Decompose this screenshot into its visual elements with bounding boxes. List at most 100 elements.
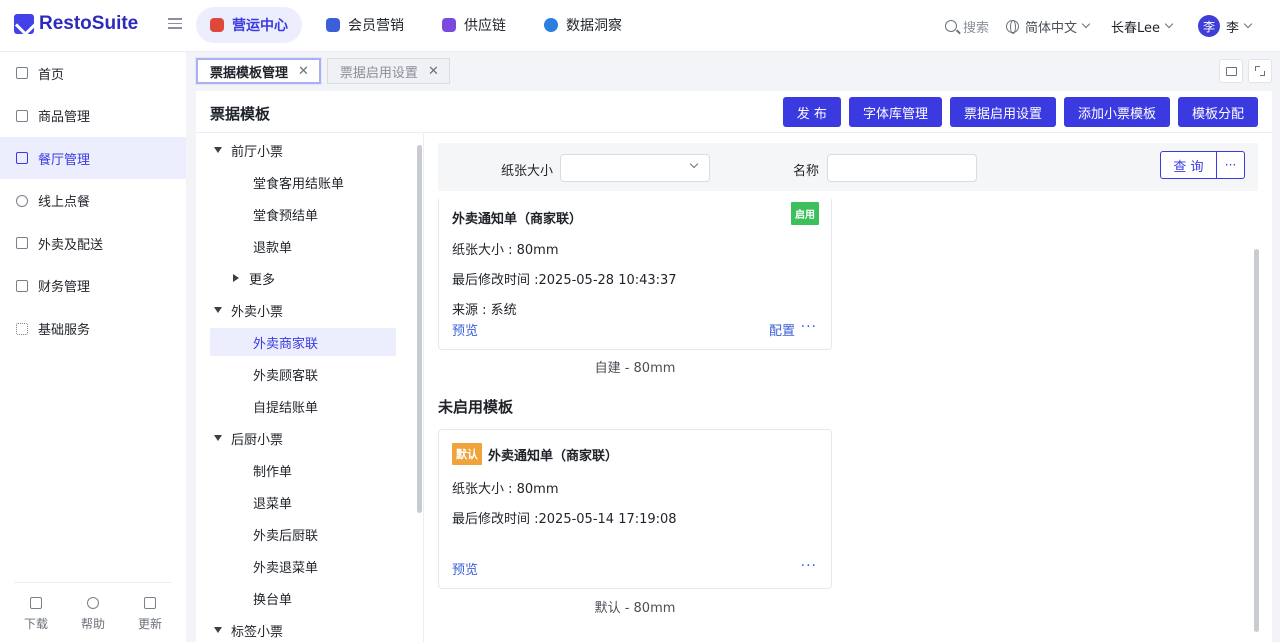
sidebar-item-products[interactable]: 商品管理	[0, 95, 186, 137]
config-link[interactable]: 配置	[769, 320, 795, 339]
globe-icon	[1006, 19, 1019, 34]
sidebar-item-restaurant[interactable]: 餐厅管理	[0, 137, 186, 180]
topnav-marketing[interactable]: 会员营销	[312, 7, 418, 43]
caret-down-icon	[214, 307, 222, 313]
search-label: 搜索	[963, 20, 990, 36]
template-card-enabled[interactable]: 外卖通知单（商家联） 启用 纸张大小 : 80mm 最后修改时间 :2025-0…	[438, 199, 832, 350]
tree-node-leaf[interactable]: 堂食预结单	[210, 200, 396, 228]
sidebar-item-online-order[interactable]: 线上点餐	[0, 180, 186, 222]
tree-node-delivery[interactable]: 外卖小票	[210, 296, 396, 324]
paper-size-select[interactable]	[560, 154, 710, 182]
tree-node-front[interactable]: 前厅小票	[210, 136, 396, 164]
language-select[interactable]: 简体中文	[1006, 0, 1091, 52]
more-options-icon[interactable]: ···	[801, 319, 817, 335]
page-tabs: 票据模板管理 ✕ 票据启用设置 ✕	[196, 58, 456, 84]
sidebar-item-label: 基础服务	[38, 323, 91, 339]
caret-down-icon	[214, 147, 222, 153]
tree-node-leaf[interactable]: 外卖退菜单	[210, 552, 396, 580]
sidebar-item-home[interactable]: 首页	[0, 52, 186, 94]
card-caption: 自建 - 80mm	[594, 361, 676, 376]
name-input[interactable]	[827, 154, 977, 182]
preview-link[interactable]: 预览	[452, 559, 478, 578]
sidebar-item-delivery[interactable]: 外卖及配送	[0, 222, 186, 264]
tree-node-leaf[interactable]: 堂食客用结账单	[210, 168, 396, 196]
printer-icon	[1225, 66, 1237, 76]
operations-icon	[210, 18, 224, 32]
tree-node-leaf[interactable]: 外卖顾客联	[210, 360, 396, 388]
font-library-button[interactable]: 字体库管理	[848, 97, 942, 127]
query-button[interactable]: 查 询	[1160, 151, 1217, 179]
help-label: 帮助	[80, 617, 105, 631]
sidebar-item-label: 线上点餐	[38, 195, 91, 211]
sidebar-item-finance[interactable]: 财务管理	[0, 265, 186, 307]
print-button[interactable]	[1219, 59, 1243, 83]
chevron-down-icon	[1243, 19, 1253, 29]
tree-label: 外卖小票	[231, 304, 284, 320]
help-icon	[87, 597, 99, 609]
chevron-down-icon	[1164, 19, 1174, 29]
expand-icon	[1255, 66, 1265, 76]
collapse-menu-icon[interactable]	[168, 18, 182, 30]
tree-node-more[interactable]: 更多	[210, 264, 396, 292]
caret-right-icon	[233, 274, 239, 282]
add-template-button[interactable]: 添加小票模板	[1063, 97, 1170, 127]
help-button[interactable]: 帮助	[71, 597, 115, 632]
more-options-icon[interactable]: ···	[801, 558, 817, 574]
user-menu[interactable]: 李 李	[1198, 0, 1253, 52]
tree-label: 外卖顾客联	[253, 368, 319, 384]
top-nav: 营运中心 会员营销 供应链 数据洞察	[196, 7, 646, 43]
folder-icon	[16, 279, 28, 292]
tab-enable-settings[interactable]: 票据启用设置 ✕	[326, 58, 450, 84]
supply-chain-icon	[442, 18, 456, 32]
status-badge: 启用	[791, 202, 819, 225]
enable-settings-button[interactable]: 票据启用设置	[949, 97, 1056, 127]
topnav-operations[interactable]: 营运中心	[196, 7, 302, 43]
sidebar-item-basic[interactable]: 基础服务	[0, 308, 186, 350]
grid-icon	[16, 322, 28, 335]
tree-node-leaf[interactable]: 换台单	[210, 584, 396, 612]
tree-label: 换台单	[253, 592, 293, 608]
update-button[interactable]: 更新	[128, 597, 172, 632]
fullscreen-button[interactable]	[1248, 59, 1272, 83]
tree-node-leaf[interactable]: 外卖后厨联	[210, 520, 396, 548]
tree-label: 制作单	[253, 464, 293, 480]
content-scrollbar[interactable]	[1254, 249, 1259, 632]
download-button[interactable]: 下载	[14, 597, 58, 632]
template-card-disabled[interactable]: 默认 外卖通知单（商家联） 纸张大小 : 80mm 最后修改时间 :2025-0…	[438, 429, 832, 589]
more-filter-button[interactable]: ···	[1217, 151, 1245, 179]
tree-node-leaf[interactable]: 退菜单	[210, 488, 396, 516]
tree-node-label[interactable]: 标签小票	[210, 616, 396, 642]
search-button[interactable]: 搜索	[945, 0, 989, 52]
close-icon[interactable]: ✕	[298, 64, 309, 79]
filter-bar: 纸张大小 名称 查 询 ···	[438, 143, 1258, 191]
sidebar-item-label: 商品管理	[38, 110, 91, 126]
card-modified: 最后修改时间 :2025-05-14 17:19:08	[452, 512, 677, 527]
tree-label: 前厅小票	[231, 144, 284, 160]
section-title-disabled: 未启用模板	[438, 398, 514, 416]
card-title: 外卖通知单（商家联）	[488, 448, 619, 464]
sidebar-item-label: 财务管理	[38, 280, 91, 296]
update-label: 更新	[137, 617, 162, 631]
store-select[interactable]: 长春Lee	[1111, 0, 1174, 52]
close-icon[interactable]: ✕	[428, 64, 439, 79]
topnav-supply-chain[interactable]: 供应链	[428, 7, 520, 43]
logo[interactable]: RestoSuite	[14, 13, 138, 35]
publish-button[interactable]: 发 布	[782, 97, 841, 127]
tree-scrollbar[interactable]	[417, 145, 422, 513]
tree-label: 退菜单	[253, 496, 293, 512]
home-icon	[16, 67, 28, 79]
tree-node-leaf[interactable]: 退款单	[210, 232, 396, 260]
card-header: 默认 外卖通知单（商家联）	[452, 443, 618, 465]
box-icon	[16, 109, 28, 122]
tab-template-management[interactable]: 票据模板管理 ✕	[196, 58, 321, 84]
tree-node-leaf-selected[interactable]: 外卖商家联	[210, 328, 396, 356]
tree-node-kitchen[interactable]: 后厨小票	[210, 424, 396, 452]
assign-template-button[interactable]: 模板分配	[1177, 97, 1258, 127]
tree-node-leaf[interactable]: 自提结账单	[210, 392, 396, 420]
topnav-insights[interactable]: 数据洞察	[530, 7, 636, 43]
app-name: RestoSuite	[39, 13, 139, 34]
tree-node-leaf[interactable]: 制作单	[210, 456, 396, 484]
logo-icon	[14, 14, 34, 34]
preview-link[interactable]: 预览	[452, 320, 478, 339]
card-source: 来源 : 系统	[452, 303, 517, 318]
